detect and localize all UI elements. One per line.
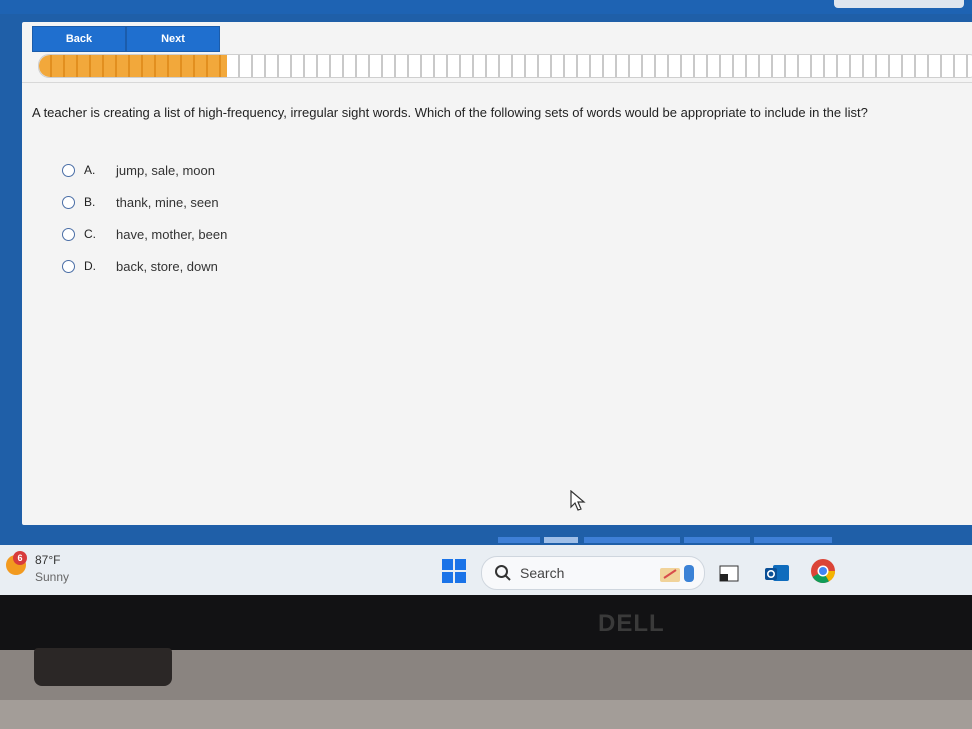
next-button[interactable]: Next [126, 26, 220, 52]
divider [22, 82, 972, 83]
answer-letter: A. [84, 163, 96, 177]
answer-text: back, store, down [116, 258, 218, 274]
answer-option-d[interactable]: D. back, store, down [62, 250, 227, 282]
answer-option-b[interactable]: B. thank, mine, seen [62, 186, 227, 218]
question-panel: Back Next A teacher is creating a list o… [22, 22, 972, 525]
app-window: Back Next A teacher is creating a list o… [0, 14, 972, 594]
windows-start-icon[interactable] [442, 559, 466, 583]
answer-letter: B. [84, 195, 96, 209]
chrome-icon[interactable] [810, 558, 836, 584]
app-icon[interactable] [718, 562, 740, 584]
notification-badge: 6 [13, 551, 27, 565]
radio-button[interactable] [62, 195, 75, 209]
progress-bar [38, 54, 972, 78]
radio-button[interactable] [62, 259, 75, 273]
weather-condition: Sunny [35, 570, 70, 584]
brand-logo: DELL [598, 610, 665, 637]
weather-temperature: 87°F [35, 553, 61, 567]
laptop-hinge [34, 648, 172, 686]
taskbar: 6 87°F Sunny Search [0, 545, 972, 595]
answer-letter: D. [84, 259, 96, 273]
answer-text: have, mother, been [116, 226, 228, 242]
search-highlight-icon [660, 565, 694, 582]
outlook-icon[interactable] [764, 562, 790, 584]
answer-text: jump, sale, moon [116, 162, 215, 178]
question-text: A teacher is creating a list of high-fre… [32, 105, 868, 120]
answer-option-c[interactable]: C. have, mother, been [62, 218, 227, 250]
open-windows-indicator [498, 531, 834, 545]
search-label: Search [520, 565, 565, 581]
mouse-cursor-icon [570, 490, 586, 511]
answer-letter: C. [84, 227, 96, 241]
taskbar-search[interactable]: Search [481, 556, 705, 590]
progress-fill [39, 55, 227, 77]
laptop-bezel [0, 595, 972, 650]
back-button[interactable]: Back [32, 26, 126, 52]
answer-option-a[interactable]: A. jump, sale, moon [62, 154, 227, 186]
answer-text: thank, mine, seen [116, 194, 219, 210]
search-icon [495, 565, 511, 581]
radio-button[interactable] [62, 227, 75, 241]
answer-list: A. jump, sale, moon B. thank, mine, seen… [62, 154, 227, 282]
header-chip [834, 0, 964, 8]
radio-button[interactable] [62, 163, 75, 177]
progress-remaining [227, 55, 972, 77]
keyboard-edge [0, 700, 972, 729]
